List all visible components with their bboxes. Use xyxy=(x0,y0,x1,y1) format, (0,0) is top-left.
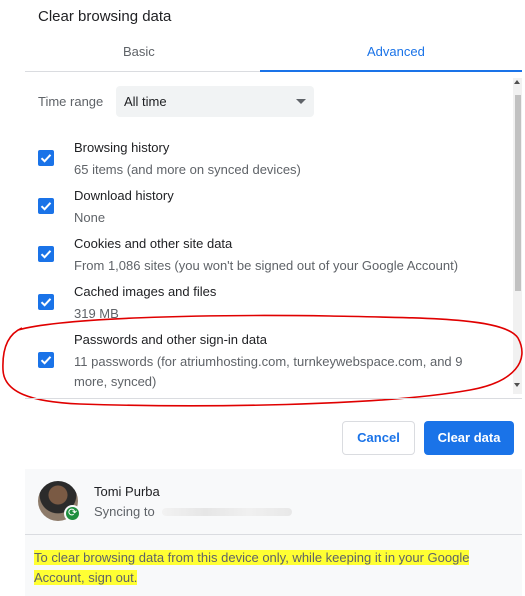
time-range-value: All time xyxy=(124,94,167,109)
scrollbar-thumb[interactable] xyxy=(515,95,521,291)
cookies-checkbox[interactable] xyxy=(38,246,54,262)
time-range-label: Time range xyxy=(38,94,104,109)
tab-basic[interactable]: Basic xyxy=(123,44,155,59)
checkmark-icon xyxy=(40,202,52,211)
checkmark-icon xyxy=(40,298,52,307)
sign-out-note: To clear browsing data from this device … xyxy=(34,548,474,588)
checkmark-icon xyxy=(40,250,52,259)
list-divider xyxy=(25,398,522,399)
scroll-up-icon[interactable] xyxy=(514,80,520,84)
dropdown-arrow-icon xyxy=(296,99,306,104)
checkmark-icon xyxy=(40,356,52,365)
sync-status: Syncing to xyxy=(94,504,155,519)
option-subtitle: 11 passwords (for atriumhosting.com, tur… xyxy=(74,354,463,389)
checkmark-icon xyxy=(40,154,52,163)
scroll-down-icon[interactable] xyxy=(514,383,520,387)
dialog-title: Clear browsing data xyxy=(38,8,172,25)
passwords-checkbox[interactable] xyxy=(38,352,54,368)
option-title: Download history xyxy=(74,188,174,203)
download-history-checkbox[interactable] xyxy=(38,198,54,214)
option-subtitle: 319 MB xyxy=(74,306,119,321)
option-subtitle: None xyxy=(74,210,106,225)
active-tab-indicator xyxy=(260,70,522,72)
option-title: Browsing history xyxy=(74,140,170,155)
tab-advanced[interactable]: Advanced xyxy=(367,44,425,59)
cached-images-checkbox[interactable] xyxy=(38,294,54,310)
option-title: Passwords and other sign-in data xyxy=(74,332,267,347)
account-name: Tomi Purba xyxy=(94,484,160,499)
option-subtitle: 65 items (and more on synced devices) xyxy=(74,162,301,177)
footer-divider xyxy=(25,534,522,535)
option-subtitle: From 1,086 sites (you won't be signed ou… xyxy=(74,258,459,273)
redacted-email xyxy=(162,508,292,516)
option-title: Cookies and other site data xyxy=(74,236,233,251)
sync-icon: ⟳ xyxy=(64,505,81,522)
clear-data-button[interactable]: Clear data xyxy=(424,421,514,455)
browsing-history-checkbox[interactable] xyxy=(38,150,54,166)
cancel-button[interactable]: Cancel xyxy=(342,421,415,455)
sign-out-note-text[interactable]: To clear browsing data from this device … xyxy=(34,550,470,585)
time-range-select[interactable]: All time xyxy=(116,86,314,117)
option-title: Cached images and files xyxy=(74,284,217,299)
